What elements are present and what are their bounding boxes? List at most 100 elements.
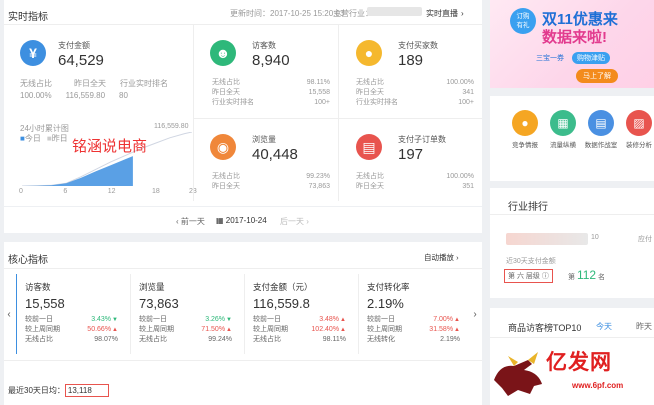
cell-stat-value: 50.66% [87,325,118,335]
cell-stat-value: 71.50% [201,325,232,335]
stat-value: 80 [119,91,128,100]
tool-icon: ▨ [626,110,652,136]
rank-level: 第 六 层级 ⓘ [504,269,553,283]
stat-label: 无线占比 [356,79,384,86]
auto-play-label: 自动播放 [424,253,454,262]
tool-label: 数据作战室 [584,142,618,149]
cell-value: 2.19% [367,296,404,311]
core-cell-pay-amount[interactable]: 支付金额（元） 116,559.8 较前一日 3.48% 较上周同期 102.40%… [244,274,354,354]
stat-label: 行业实时排名 [356,99,398,106]
tab-today[interactable]: 今天 [596,321,612,332]
x-tick-label: 12 [107,188,116,195]
info-icon: ⓘ [541,273,549,280]
rank-title: 行业排行 [508,202,548,213]
stat-label: 昨日全天 [74,79,106,88]
stat-value: 100+ [314,99,330,106]
next-day-button[interactable]: 后一天 › [280,216,309,227]
pay-amount-value: 64,529 [58,52,104,69]
stat-label: 无线占比 [20,79,52,88]
cell-stat-value: 99.24% [208,336,232,343]
x-tick-label: 0 [19,188,23,195]
stat-label: 无线占比 [212,173,240,180]
cell-stat-label: 无线转化 [367,336,395,343]
top10-title: 商品访客榜TOP10 [508,323,582,333]
buyers-label: 支付买家数 [398,41,438,50]
prev-day-button[interactable]: ‹ 前一天 [176,216,205,227]
update-time: 更新时间：2017-10-25 15:20:03 [230,9,345,18]
orders-value: 197 [398,146,424,163]
visitors-stats: 无线占比 98.11% 昨日全天 15,558 行业实时排名 100+ [212,78,330,108]
user-icon: ● [356,40,382,66]
tool-item[interactable]: ● 竞争情报 [508,110,542,149]
date-value: 2017-10-24 [225,216,267,225]
banner-badge-line2: 有礼 [516,22,530,29]
stat-label: 行业实时排名 [120,79,168,88]
cell-stat-value: 98.07% [94,336,118,343]
divider [194,118,482,119]
stat-value: 116,559.80 [65,91,106,100]
divider [490,337,654,338]
rank-side-label: 应付 [638,236,652,243]
cell-title: 访客数 [25,282,51,292]
tool-icon: ▦ [550,110,576,136]
rank-sub: 近30天支付金额 [506,258,556,265]
tab-yesterday[interactable]: 昨天 [636,321,652,332]
core-title: 核心指标 [8,255,48,266]
auto-play-toggle[interactable]: 自动播放 › [424,252,459,263]
tools-list: ● 竞争情报 ▦ 流量纵横 ▤ 数据作战室 ▨ 装修分析 [508,110,654,149]
stat-value: 100.00% [446,79,474,86]
tool-label: 装修分析 [626,142,652,149]
rank-blur-bar [506,233,588,245]
chevron-right-icon: › [454,253,459,262]
cell-stat-label: 较上周同期 [367,326,402,333]
site-logo: 亿发网 www.6pf.com [486,342,654,405]
stat-label: 无线占比 [212,79,240,86]
rank-prefix: 第 [568,274,575,281]
banner-badge-line1: 订购 [516,13,530,20]
orders-label: 支付子订单数 [398,135,446,144]
banner-badge: 订购 有礼 [510,8,536,34]
rank-level-label: 第 六 层级 [508,273,540,280]
date-picker[interactable]: ▦ 2017-10-24 [216,216,267,225]
carousel-next-button[interactable]: › [470,273,480,355]
cell-stat-label: 无线占比 [139,336,167,343]
cell-value: 116,559.8 [253,296,310,311]
visitors-icon: ☻ [210,40,236,66]
rank-value: 112 [576,268,597,282]
cell-title: 浏览量 [139,282,165,292]
divider [4,360,482,361]
cell-stat-label: 较上周同期 [139,326,174,333]
buyers-stats: 无线占比 100.00% 昨日全天 341 行业实时排名 100+ [356,78,474,108]
cell-stat-value: 98.11% [322,336,346,343]
stat-value: 100+ [458,99,474,106]
promo-banner[interactable]: 订购 有礼 双11优惠来 数据来啦! 三宝一券 购物津贴 马上了解 [490,0,654,88]
core-cell-visitors[interactable]: 访客数 15,558 较前一日 3.43% 较上周同期 50.66% 无线占比 98.… [16,274,126,354]
cell-stat-value: 102.40% [311,325,346,335]
chart-ymax: 116,559.80 [154,123,189,130]
live-link[interactable]: 实时直播 › [426,8,464,19]
core-cell-conversion[interactable]: 支付转化率 2.19% 较前一日 7.00% 较上周同期 31.58% 无线转化 2.… [358,274,468,354]
core-cell-pageviews[interactable]: 浏览量 73,863 较前一日 3.26% 较上周同期 71.50% 无线占比 99.… [130,274,240,354]
realtime-title: 实时指标 [8,12,48,23]
eye-icon: ◉ [210,134,236,160]
chevron-left-icon: ‹ [7,308,11,320]
pageviews-stats: 无线占比 99.23% 昨日全天 73,863 [212,172,330,192]
stat-value: 99.23% [306,173,330,180]
chevron-right-icon: › [461,9,464,18]
cell-stat-label: 无线占比 [25,336,53,343]
buyers-value: 189 [398,52,424,69]
stat-value: 351 [462,183,474,190]
cell-stat-label: 较前一日 [139,316,167,323]
clipboard-icon: ▤ [356,134,382,160]
cell-stat-label: 较上周同期 [253,326,288,333]
divider [193,25,194,201]
carousel-prev-button[interactable]: ‹ [4,273,14,355]
cell-value: 15,558 [25,296,65,311]
avg-30-days: 最近30天日均： 13,118 [8,384,109,397]
tool-item[interactable]: ▤ 数据作战室 [584,110,618,149]
x-tick-label: 6 [63,188,68,195]
tool-item[interactable]: ▨ 装修分析 [622,110,654,149]
rank-suffix: 名 [598,274,606,281]
chevron-right-icon: › [473,308,477,320]
tool-item[interactable]: ▦ 流量纵横 [546,110,580,149]
